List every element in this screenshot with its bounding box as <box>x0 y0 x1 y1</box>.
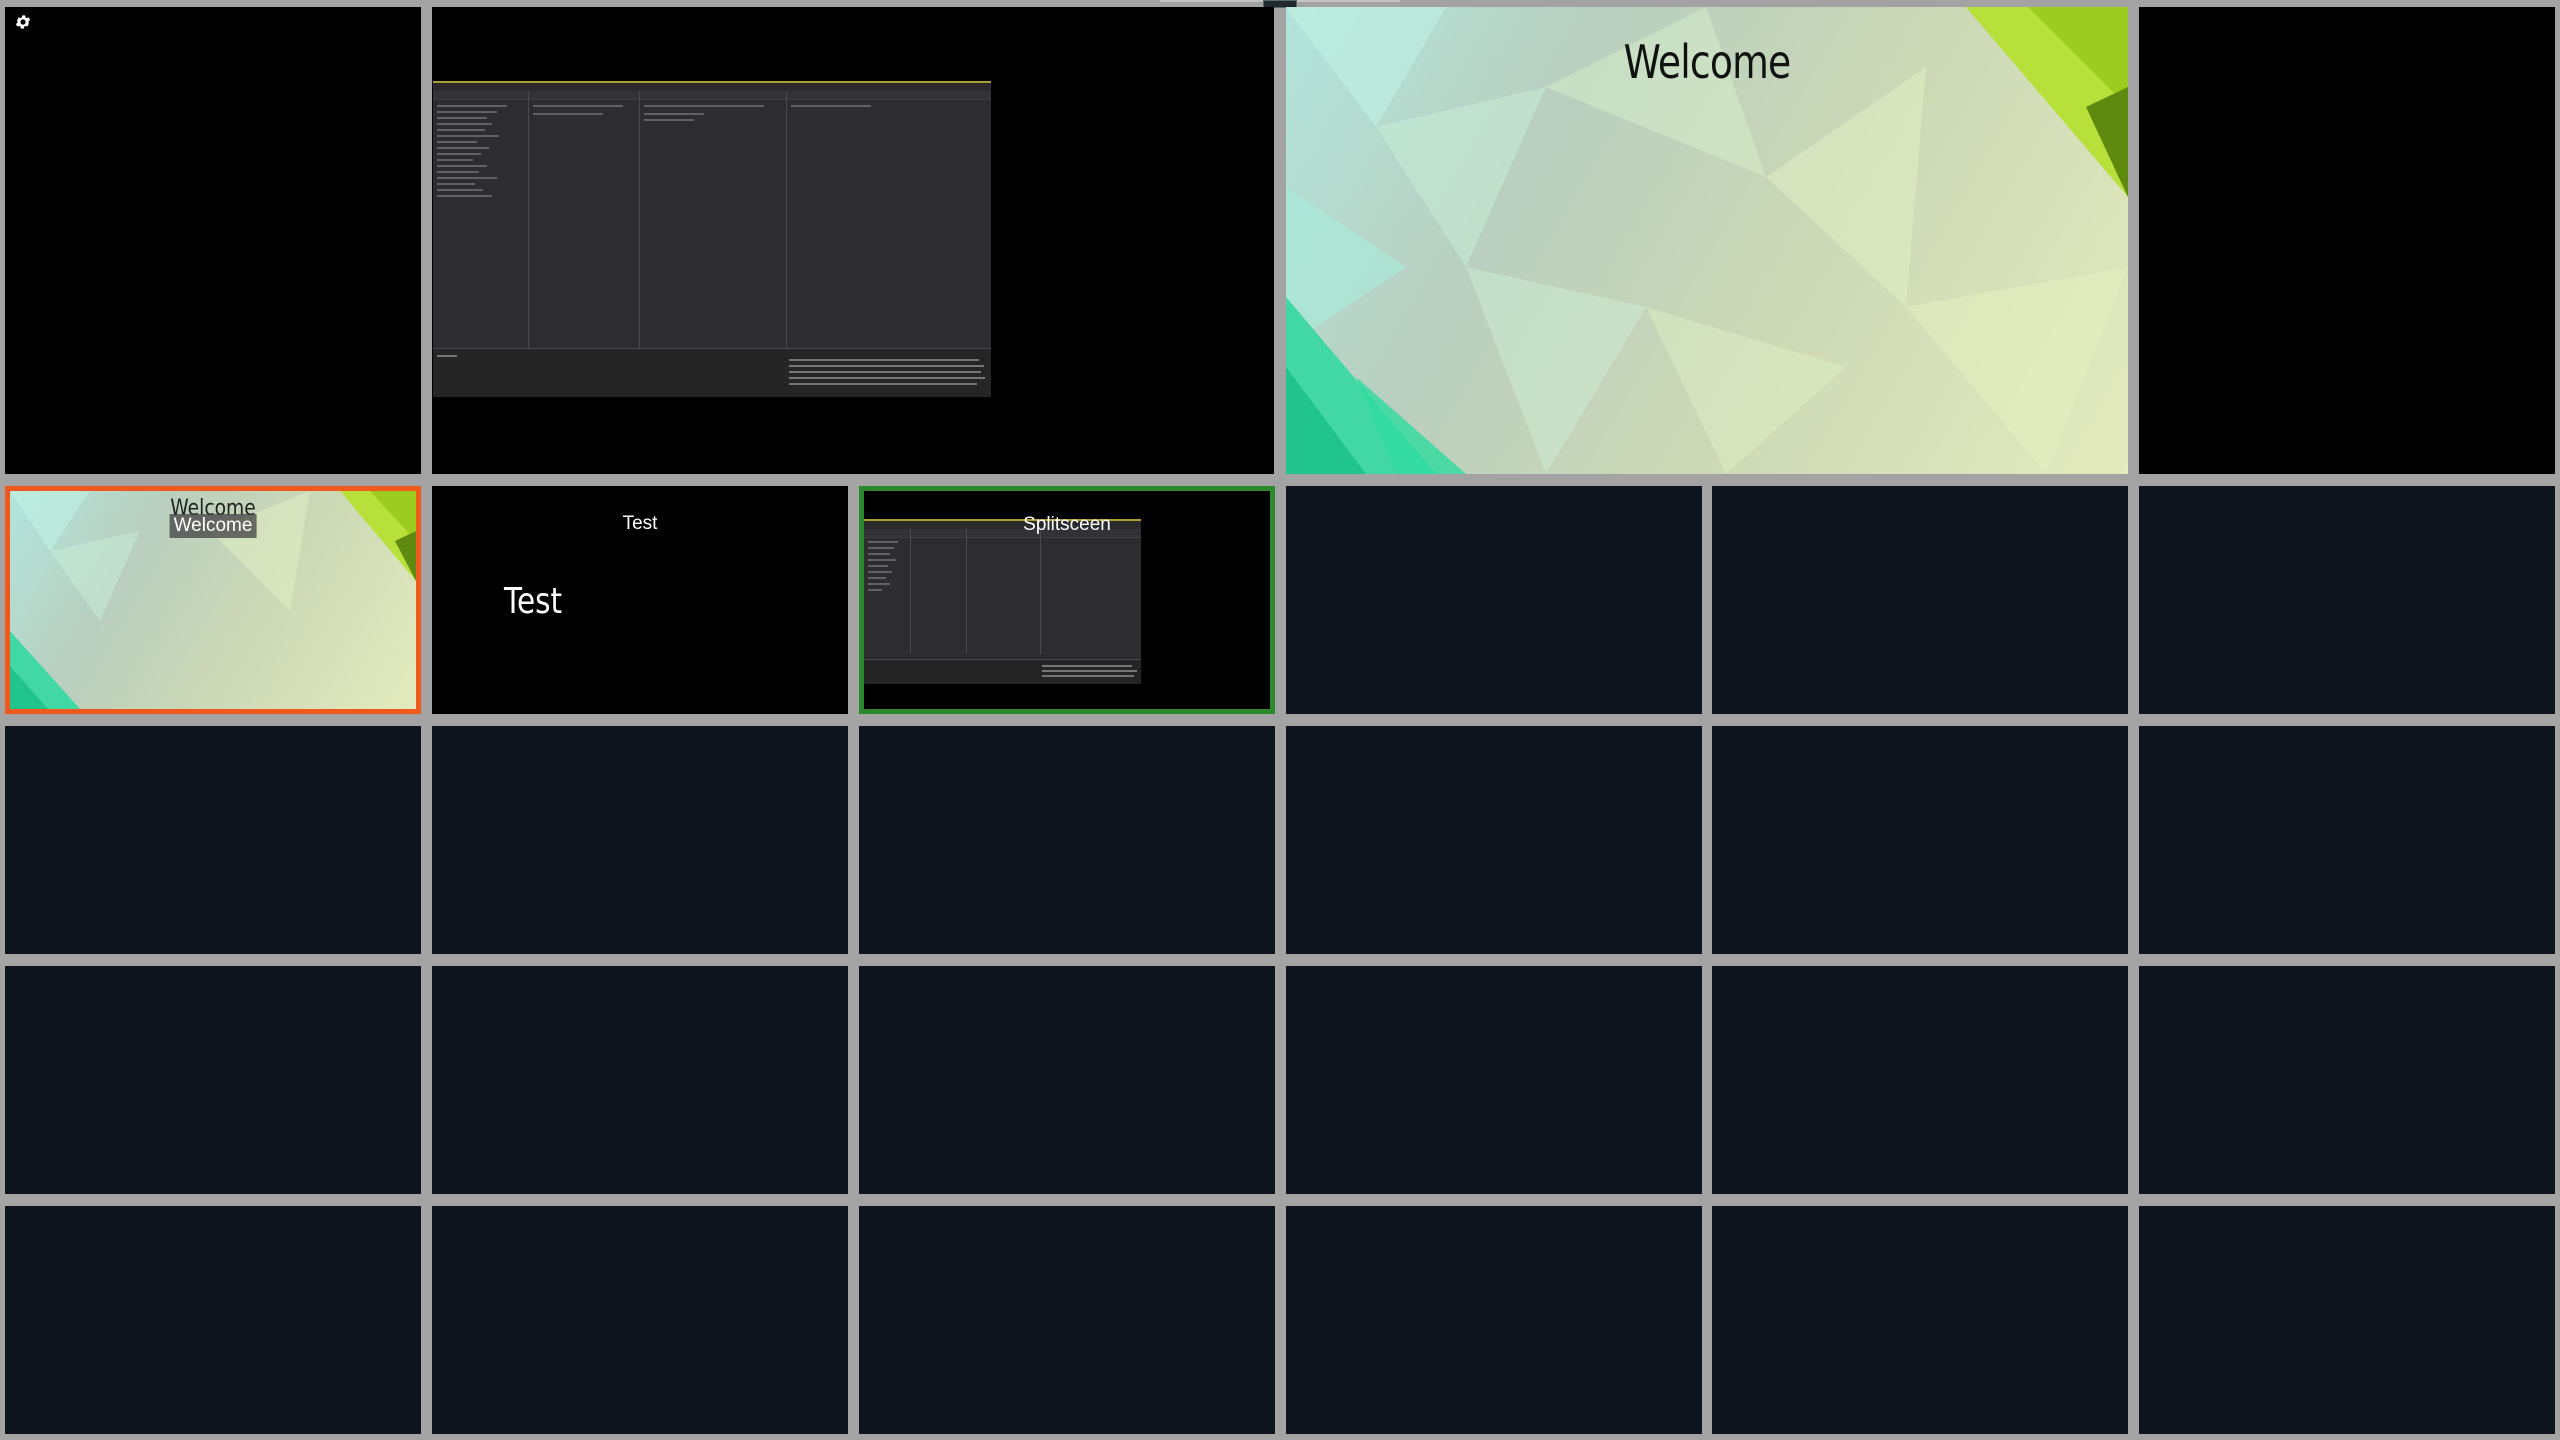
empty-tile[interactable] <box>1712 726 2128 954</box>
scene-tile-welcome[interactable]: Welcome Welcome <box>5 486 421 714</box>
blank-tile-left <box>5 7 421 474</box>
empty-tile[interactable] <box>2139 726 2555 954</box>
scene-caption: Splitsceen <box>1023 514 1111 535</box>
empty-tile[interactable] <box>859 726 1275 954</box>
empty-tile[interactable] <box>1286 486 1702 714</box>
scene-tile-splitsceen[interactable]: Splitsceen <box>859 486 1275 714</box>
empty-tile[interactable] <box>5 966 421 1194</box>
empty-tile[interactable] <box>5 1206 421 1434</box>
scene-caption: Welcome <box>169 514 257 538</box>
empty-tile[interactable] <box>5 726 421 954</box>
empty-tile[interactable] <box>2139 1206 2555 1434</box>
empty-tile[interactable] <box>1712 486 2128 714</box>
preview-output-tile[interactable]: Welcome <box>1286 7 2128 474</box>
empty-tile[interactable] <box>432 726 848 954</box>
empty-tile[interactable] <box>859 1206 1275 1434</box>
scene-tile-test[interactable]: Test Test <box>432 486 848 714</box>
blank-tile-right <box>2139 7 2555 474</box>
ide-screen-capture <box>864 519 1141 684</box>
empty-tile[interactable] <box>2139 486 2555 714</box>
empty-tile[interactable] <box>1286 966 1702 1194</box>
preview-title: Welcome <box>1623 35 1792 89</box>
ide-screen-capture <box>433 81 991 397</box>
gear-icon[interactable] <box>14 13 32 31</box>
empty-tile[interactable] <box>432 1206 848 1434</box>
program-output-tile[interactable] <box>432 7 1274 474</box>
scene-overlay-title: Test <box>504 581 563 622</box>
empty-tile[interactable] <box>432 966 848 1194</box>
empty-tile[interactable] <box>1286 726 1702 954</box>
empty-tile[interactable] <box>1712 1206 2128 1434</box>
empty-tile[interactable] <box>1712 966 2128 1194</box>
empty-tile[interactable] <box>1286 1206 1702 1434</box>
empty-tile[interactable] <box>859 966 1275 1194</box>
empty-tile[interactable] <box>2139 966 2555 1194</box>
scene-caption: Test <box>622 513 658 534</box>
